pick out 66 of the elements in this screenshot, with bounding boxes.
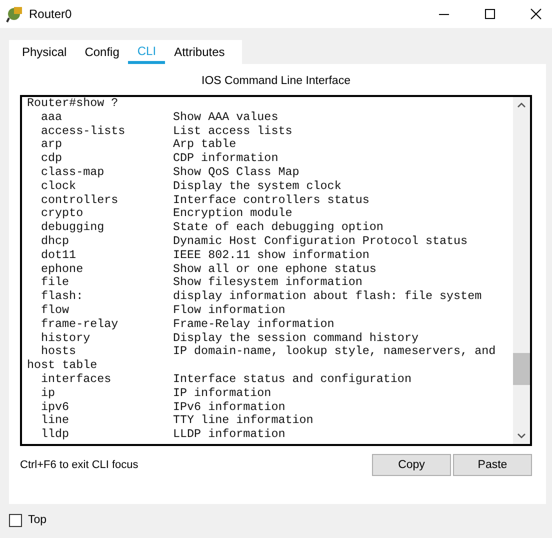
command-text: aaa [41, 110, 64, 125]
router-icon [6, 5, 24, 23]
command-description: Show QoS Class Map [173, 166, 300, 180]
copy-button[interactable]: Copy [372, 454, 451, 476]
command-description: CDP information [173, 152, 278, 166]
close-icon[interactable] [530, 8, 542, 20]
scroll-up-icon[interactable] [517, 102, 526, 108]
paste-button[interactable]: Paste [453, 454, 532, 476]
command-description: IP domain-name, lookup style, nameservers, and [173, 345, 496, 360]
command-text: ephone [41, 262, 84, 276]
command-text: dot11 [41, 248, 78, 263]
scrollbar[interactable] [513, 97, 530, 444]
command-text: file [41, 276, 70, 290]
checkbox[interactable] [9, 514, 22, 526]
tab[interactable]: Physical [13, 40, 76, 64]
maximize-icon[interactable] [484, 8, 496, 20]
command-text: ipv6 [41, 400, 70, 414]
command-text: cdp [41, 152, 64, 166]
command-text: ip [41, 386, 56, 401]
command-description: Display the session command history [173, 332, 418, 346]
command-text: controllers [41, 194, 120, 208]
command-text: lldp [41, 428, 70, 442]
command-description: Show all or one ephone status [173, 262, 376, 276]
command-description: State of each debugging option [173, 221, 384, 235]
command-description: TTY line information [173, 414, 314, 428]
command-description: IP information [173, 386, 272, 401]
command-text: crypto [41, 207, 84, 222]
command-text: flow [41, 304, 70, 318]
command-text: interfaces [41, 372, 112, 387]
command-description: IEEE 802.11 show information [173, 248, 370, 263]
command-text: history [41, 332, 92, 346]
hint-text: Ctrl+F6 to exit CLI focus [20, 459, 140, 471]
command-text: flash: [41, 290, 84, 304]
command-text: dhcp [41, 234, 70, 249]
window-title: Router0 [29, 7, 72, 21]
scrollbar-thumb[interactable] [513, 353, 530, 385]
command-text: line [41, 414, 70, 428]
command-description: Arp table [173, 138, 236, 152]
command-description: Dynamic Host Configuration Protocol status [173, 234, 468, 249]
command-description: display information about flash: file system [173, 290, 482, 304]
cli-console[interactable] [20, 95, 532, 446]
command-text: arp [41, 138, 64, 152]
command-description: List access lists [173, 124, 292, 138]
command-text: frame-relay [41, 318, 120, 332]
console-line: host table [27, 359, 98, 373]
command-text: debugging [41, 221, 106, 235]
command-text: access-lists [41, 124, 126, 138]
command-description: Display the system clock [173, 180, 342, 194]
command-description: Encryption module [173, 207, 292, 222]
command-description: IPv6 information [173, 400, 286, 414]
command-description: Show AAA values [173, 110, 278, 125]
command-description: Interface controllers status [173, 194, 370, 208]
command-description: Show filesystem information [173, 276, 362, 290]
command-text: clock [41, 180, 78, 194]
scroll-down-icon[interactable] [517, 433, 526, 439]
tab[interactable]: Attributes [165, 40, 234, 64]
checkbox-label: Top [28, 514, 47, 526]
command-text: hosts [41, 345, 78, 360]
panel-title: IOS Command Line Interface [200, 74, 352, 89]
command-description: Interface status and configuration [173, 372, 412, 387]
command-text: class-map [41, 166, 106, 180]
console-line: Router#show ? [27, 97, 118, 111]
command-description: Flow information [173, 304, 286, 318]
tab[interactable]: Config [76, 40, 128, 64]
command-description: LLDP information [173, 428, 286, 442]
command-description: Frame-Relay information [173, 318, 334, 332]
